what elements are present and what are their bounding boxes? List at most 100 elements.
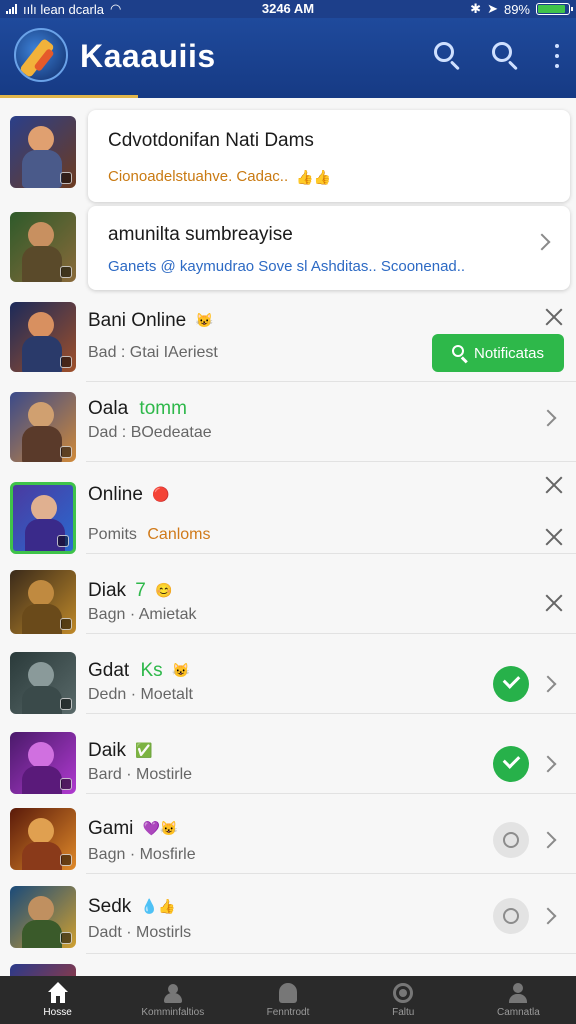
- game-avatar: [10, 886, 76, 948]
- item-subtitle: Dedn · Moetalt: [88, 686, 193, 703]
- notifications-button[interactable]: Notificatas: [432, 334, 564, 372]
- list-item[interactable]: Sedk 💧👍 Dadt · Mostirls: [0, 874, 576, 954]
- chevron-right-icon[interactable]: [539, 907, 557, 925]
- chevron-right-icon[interactable]: [539, 409, 557, 427]
- game-avatar: [10, 116, 76, 188]
- item-title: Gdat: [88, 660, 130, 681]
- messages-icon: [277, 982, 299, 1004]
- search-icon: [451, 345, 468, 364]
- bluetooth-icon: ✱: [470, 1, 482, 16]
- game-avatar: [10, 212, 76, 282]
- heart-emoji-icon: 💜😺: [142, 820, 178, 837]
- list-item[interactable]: Oala tomm Dad : BOedeatae: [0, 382, 576, 462]
- item-title-accent: Ks: [140, 660, 163, 681]
- game-avatar: [10, 570, 76, 634]
- item-subtitle: Dadt · Mostirls: [88, 924, 192, 941]
- home-icon: [47, 982, 69, 1004]
- nav-label: Fenntrodt: [266, 1007, 310, 1018]
- item-subtitle-accent: Canloms: [147, 526, 211, 543]
- item-title: Oala: [88, 398, 129, 419]
- item-subtitle: Bard · Mostirle: [88, 766, 193, 783]
- item-subtitle: Bagn · Mosfirle: [88, 846, 196, 863]
- close-icon[interactable]: [545, 594, 563, 612]
- game-avatar: [10, 732, 76, 794]
- profile-icon: [507, 982, 529, 1004]
- card-title: Cdvotdonifan Nati Dams: [108, 130, 314, 151]
- thumbs-up-icon: 👍👍: [296, 168, 332, 185]
- list-item[interactable]: Bani Online 😺 Bad : Gtai IAeriest Notifi…: [0, 298, 576, 382]
- bottom-navigation: Hosse Komminfaltios Fenntrodt Faltu Camn…: [0, 976, 576, 1024]
- nav-label: Faltu: [392, 1007, 415, 1018]
- nav-home[interactable]: Hosse: [0, 976, 115, 1024]
- nav-label: Hosse: [43, 1007, 72, 1018]
- status-bar: ıılı lean dcarla ◠ 3246 AM ✱ ➤ 89%: [0, 0, 576, 18]
- game-avatar: [10, 302, 76, 372]
- list-item[interactable]: Gami 💜😺 Bagn · Mosfirle: [0, 794, 576, 874]
- list-item[interactable]: Diak 7 😊 Bagn · Amietak: [0, 554, 576, 634]
- close-icon[interactable]: [545, 476, 563, 494]
- kebab-menu-icon[interactable]: [552, 44, 562, 68]
- list-item[interactable]: amunilta sumbreayise Ganets @ kaymudrao …: [0, 202, 576, 298]
- nav-messages[interactable]: Fenntrodt: [230, 976, 345, 1024]
- battery-icon: [536, 3, 573, 15]
- item-title-accent: 7: [135, 580, 146, 601]
- select-button[interactable]: [493, 898, 529, 934]
- game-list: Cdvotdonifan Nati Dams Cionoadelstuahve.…: [0, 98, 576, 976]
- nav-profile[interactable]: Camnatla: [461, 976, 576, 1024]
- card-subtitle: Cionoadelstuahve. Cadac..: [108, 168, 289, 185]
- close-icon[interactable]: [545, 308, 563, 326]
- item-subtitle: Bagn · Amietak: [88, 606, 197, 623]
- group-icon: [162, 982, 184, 1004]
- list-item[interactable]: Cdvotdonifan Nati Dams Cionoadelstuahve.…: [0, 106, 576, 206]
- card-title: amunilta sumbreayise: [108, 224, 293, 245]
- camera-icon: [392, 982, 414, 1004]
- item-subtitle: Pomits: [88, 526, 137, 543]
- nav-filter[interactable]: Faltu: [346, 976, 461, 1024]
- item-subtitle: Dad : BOedeatae: [88, 424, 212, 441]
- search-icon[interactable]: [488, 38, 522, 72]
- item-title: Gami: [88, 818, 134, 839]
- nav-label: Komminfaltios: [141, 1007, 205, 1018]
- app-logo-icon: [14, 28, 68, 82]
- check-emoji-icon: ✅: [135, 742, 153, 759]
- item-title: Online: [88, 484, 143, 505]
- game-avatar: [10, 964, 76, 976]
- item-title: Sedk: [88, 896, 132, 917]
- item-subtitle: Bad : Gtai IAeriest: [88, 344, 218, 361]
- status-dot-icon: 🔴: [152, 486, 170, 503]
- game-avatar: [10, 652, 76, 714]
- notification-card[interactable]: amunilta sumbreayise Ganets @ kaymudrao …: [88, 206, 570, 290]
- notification-card[interactable]: Cdvotdonifan Nati Dams Cionoadelstuahve.…: [88, 110, 570, 202]
- list-item[interactable]: Daik ✅ Bard · Mostirle: [0, 714, 576, 794]
- battery-percent: 89%: [503, 1, 530, 17]
- game-avatar: [10, 482, 76, 554]
- chevron-right-icon[interactable]: [539, 675, 557, 693]
- location-icon: ➤: [487, 1, 498, 16]
- chevron-right-icon[interactable]: [533, 233, 551, 251]
- thumbs-up-icon: 💧👍: [140, 898, 176, 915]
- chevron-right-icon[interactable]: [539, 831, 557, 849]
- search-icon[interactable]: [430, 38, 464, 72]
- card-subtitle: Ganets @ kaymudrao Sove sl Ashditas.. Sc…: [108, 258, 466, 275]
- app-bar: Kaaauiis: [0, 18, 576, 98]
- list-item[interactable]: Gdat Ks 😺 Dedn · Moetalt: [0, 634, 576, 714]
- notifications-button-label: Notificatas: [473, 344, 545, 362]
- item-title: Daik: [88, 740, 127, 761]
- smile-emoji-icon: 😊: [155, 582, 173, 599]
- cat-emoji-icon: 😺: [195, 312, 213, 329]
- cat-emoji-icon: 😺: [171, 662, 190, 679]
- select-button[interactable]: [493, 822, 529, 858]
- item-title: Bani Online: [88, 310, 187, 331]
- check-button[interactable]: [493, 746, 529, 782]
- close-icon[interactable]: [545, 528, 563, 546]
- item-title-accent: tomm: [139, 398, 187, 419]
- nav-communities[interactable]: Komminfaltios: [115, 976, 230, 1024]
- list-item[interactable]: [0, 954, 576, 976]
- game-avatar: [10, 392, 76, 462]
- chevron-right-icon[interactable]: [539, 755, 557, 773]
- game-avatar: [10, 808, 76, 870]
- nav-label: Camnatla: [497, 1007, 540, 1018]
- list-item[interactable]: Online 🔴 Pomits Canloms: [0, 462, 576, 554]
- app-title: Kaaauiis: [80, 38, 216, 74]
- check-button[interactable]: [493, 666, 529, 702]
